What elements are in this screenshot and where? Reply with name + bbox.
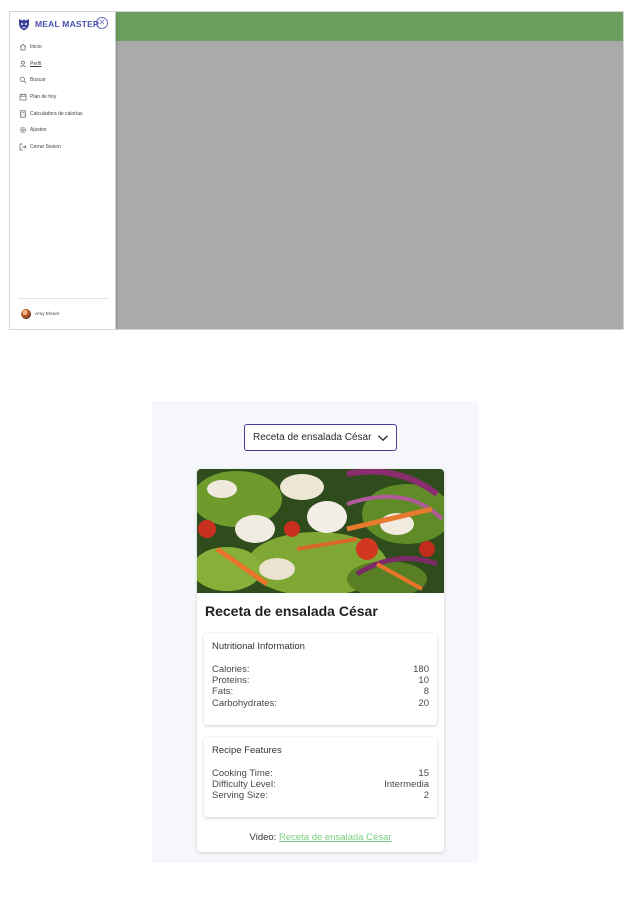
calendar-icon xyxy=(19,93,27,101)
home-icon xyxy=(19,44,27,51)
calculator-icon xyxy=(20,110,26,118)
sidebar-item-label: Inicio xyxy=(30,44,42,51)
video-link[interactable]: Receta de ensalada César xyxy=(279,832,392,843)
recipe-title: Receta de ensalada César xyxy=(205,603,378,619)
sidebar-item-buscar[interactable]: Buscar xyxy=(19,72,83,89)
sidebar-divider xyxy=(18,298,109,299)
brand: MEAL MASTER xyxy=(18,17,99,31)
video-label: Video: xyxy=(249,832,277,843)
nutrition-row-fats: Fats: 8 xyxy=(212,686,429,697)
sidebar-item-calculadora[interactable]: Calculadora de calorías xyxy=(19,105,83,122)
row-value: 20 xyxy=(418,697,429,709)
user-profile[interactable]: Amy Elsner xyxy=(21,309,60,319)
close-sidebar-button[interactable]: ✕ xyxy=(96,17,108,29)
row-label: Fats: xyxy=(212,686,234,698)
nutrition-panel: Nutritional Information Calories: 180 Pr… xyxy=(204,633,437,725)
row-label: Proteins: xyxy=(212,675,250,687)
row-value: 2 xyxy=(423,790,429,802)
row-label: Difficulty Level: xyxy=(212,779,276,791)
sidebar-nav: Inicio Perfil Buscar Plan de hoy Calcula… xyxy=(19,39,83,155)
recipe-view: Receta de ensalada César Receta de ensal… xyxy=(152,401,478,863)
recipe-select[interactable]: Receta de ensalada César xyxy=(244,424,397,451)
close-icon: ✕ xyxy=(98,18,106,27)
person-icon xyxy=(19,60,27,68)
sidebar: MEAL MASTER ✕ Inicio Perfil Buscar Plan … xyxy=(10,12,116,329)
sidebar-item-cerrar-sesion[interactable]: Cerrar Sesion xyxy=(19,139,83,156)
features-panel: Recipe Features Cooking Time: 15 Difficu… xyxy=(204,737,437,817)
feature-row-difficulty: Difficulty Level: Intermedia xyxy=(212,779,429,790)
sidebar-item-ajustes[interactable]: Ajustes xyxy=(19,122,83,139)
nutrition-row-calories: Calories: 180 xyxy=(212,664,429,675)
row-value: 8 xyxy=(423,686,429,698)
sidebar-item-label: Calculadora de calorías xyxy=(30,110,83,117)
row-value: Intermedia xyxy=(384,779,429,791)
feature-row-cooking-time: Cooking Time: 15 xyxy=(212,768,429,779)
avatar xyxy=(21,309,31,319)
search-icon xyxy=(19,77,27,84)
recipe-card: Receta de ensalada César Nutritional Inf… xyxy=(197,469,444,852)
row-label: Serving Size: xyxy=(212,790,268,802)
sidebar-item-label: Buscar xyxy=(30,77,46,84)
salad-image xyxy=(197,469,444,593)
sidebar-item-label: Plan de hoy xyxy=(30,94,57,101)
mask-logo-icon xyxy=(19,18,29,30)
sidebar-item-perfil[interactable]: Perfil xyxy=(19,56,83,73)
sidebar-item-plan-de-hoy[interactable]: Plan de hoy xyxy=(19,89,83,106)
row-label: Cooking Time: xyxy=(212,768,273,779)
logout-icon xyxy=(19,143,27,151)
row-label: Calories: xyxy=(212,664,250,675)
row-value: 10 xyxy=(418,675,429,687)
row-value: 15 xyxy=(418,768,429,779)
user-name: Amy Elsner xyxy=(35,311,60,317)
sidebar-item-label: Perfil xyxy=(30,60,42,67)
brand-name: MEAL MASTER xyxy=(35,19,100,29)
sidebar-item-label: Ajustes xyxy=(30,127,47,134)
sidebar-item-label: Cerrar Sesion xyxy=(30,143,61,150)
modal-overlay[interactable] xyxy=(115,41,623,329)
nutrition-row-carbohydrates: Carbohydrates: 20 xyxy=(212,698,429,709)
features-title: Recipe Features xyxy=(212,745,282,756)
sidebar-item-inicio[interactable]: Inicio xyxy=(19,39,83,56)
feature-row-serving-size: Serving Size: 2 xyxy=(212,790,429,801)
row-label: Carbohydrates: xyxy=(212,697,277,709)
nutrition-title: Nutritional Information xyxy=(212,641,305,652)
top-bar xyxy=(115,12,623,41)
row-value: 180 xyxy=(413,664,429,675)
nutrition-row-proteins: Proteins: 10 xyxy=(212,675,429,686)
features-rows: Cooking Time: 15 Difficulty Level: Inter… xyxy=(212,768,429,802)
gear-icon xyxy=(19,127,27,134)
recipe-select-value: Receta de ensalada César xyxy=(253,432,372,443)
app-window: MEAL MASTER ✕ Inicio Perfil Buscar Plan … xyxy=(9,11,624,330)
chevron-down-icon xyxy=(378,435,388,442)
video-line: Video: Receta de ensalada César xyxy=(197,832,444,843)
nutrition-rows: Calories: 180 Proteins: 10 Fats: 8 Carbo… xyxy=(212,664,429,709)
